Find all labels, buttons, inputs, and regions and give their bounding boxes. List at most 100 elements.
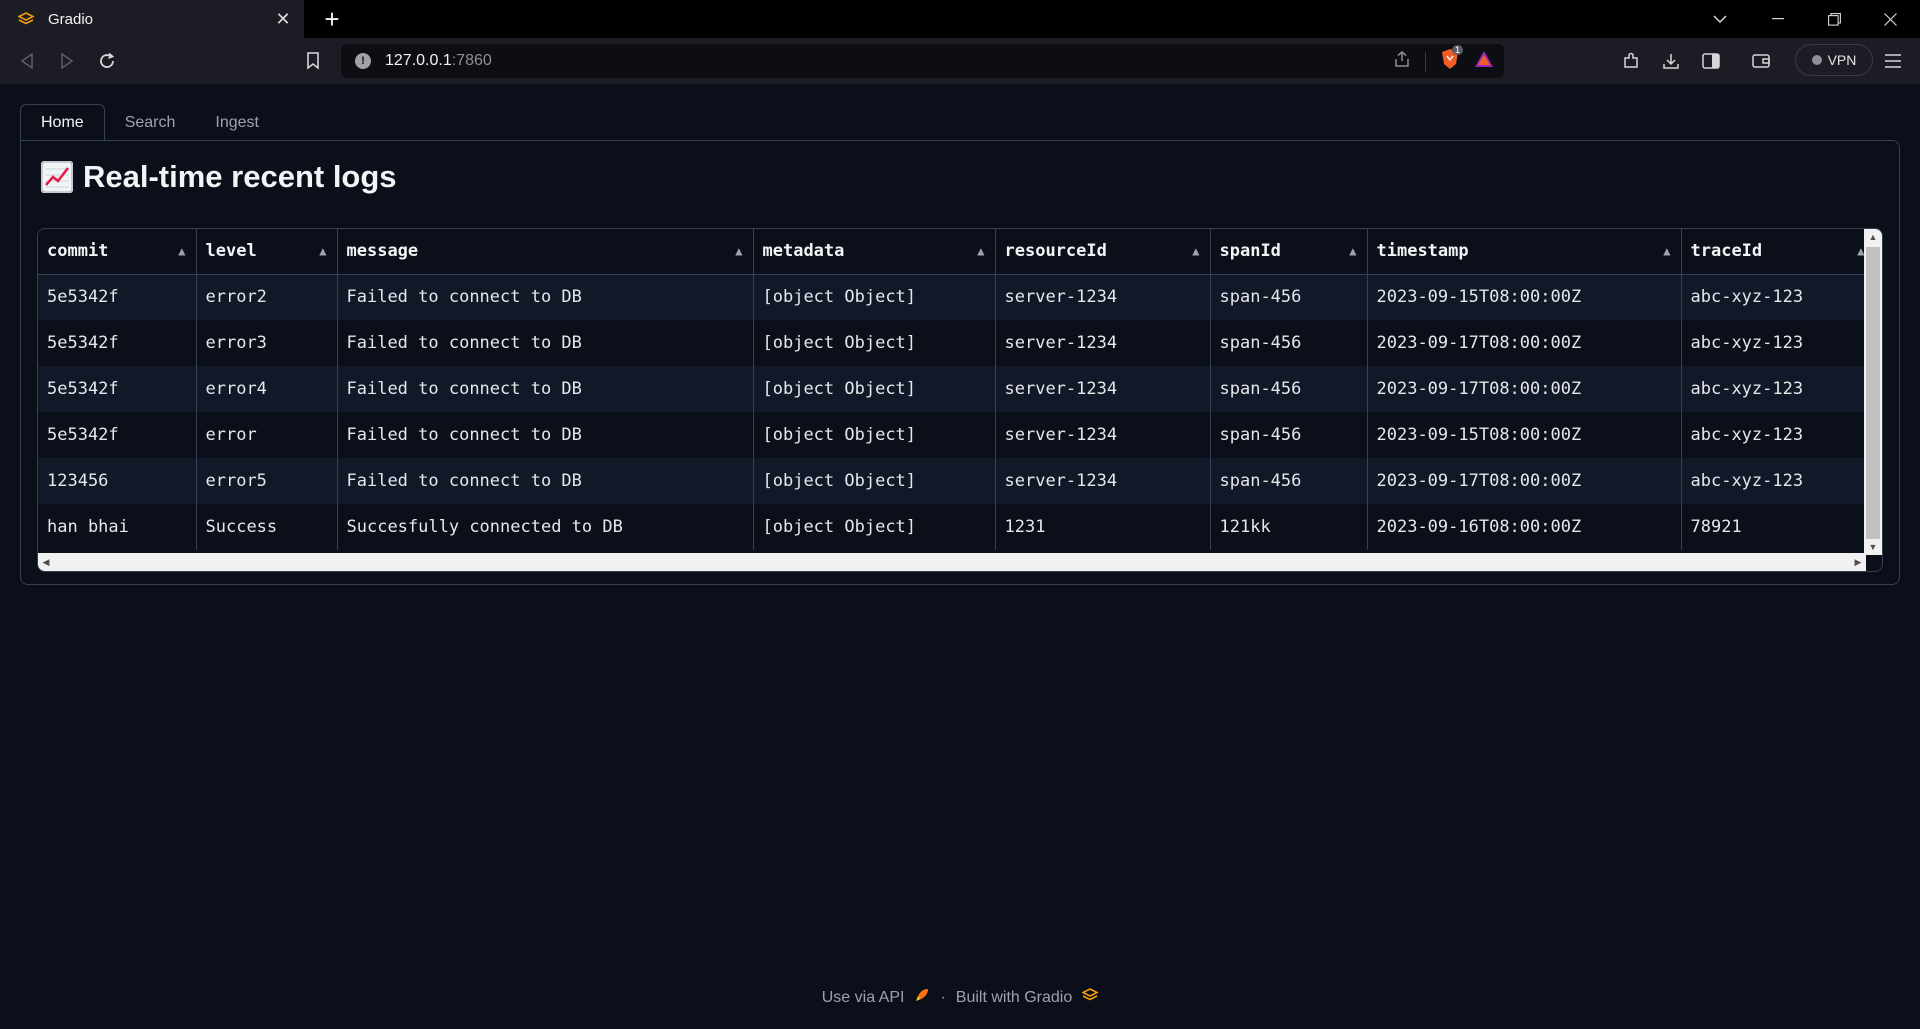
tab-search-chevron-icon[interactable] [1692, 0, 1748, 38]
scroll-down-icon[interactable]: ▼ [1864, 539, 1882, 555]
cell-traceid[interactable]: 78921 [1681, 504, 1876, 550]
cell-traceid[interactable]: abc-xyz-123 [1681, 458, 1876, 504]
forward-icon[interactable] [54, 48, 80, 74]
address-bar[interactable]: ! 127.0.0.1:7860 1 [341, 44, 1504, 78]
logs-table[interactable]: commit ▲ level ▲ message ▲ metadata ▲ resour… [37, 228, 1883, 572]
cell-metadata[interactable]: [object Object] [753, 412, 996, 458]
cell-message[interactable]: Failed to connect to DB [337, 274, 754, 320]
cell-resourceid[interactable]: server-1234 [995, 458, 1211, 504]
tab-search[interactable]: Search [105, 104, 196, 141]
sort-arrow-icon[interactable]: ▲ [735, 244, 742, 258]
reload-icon[interactable] [94, 48, 120, 74]
scroll-right-icon[interactable]: ▶ [1850, 553, 1866, 571]
cell-spanid[interactable]: span-456 [1210, 458, 1368, 504]
sort-arrow-icon[interactable]: ▲ [178, 244, 185, 258]
column-header-message[interactable]: message ▲ [337, 229, 754, 275]
cell-resourceid[interactable]: 1231 [995, 504, 1211, 550]
cell-commit[interactable]: 5e5342f [38, 274, 197, 320]
column-header-resourceid[interactable]: resourceId ▲ [995, 229, 1211, 275]
cell-timestamp[interactable]: 2023-09-17T08:00:00Z [1367, 366, 1682, 412]
browser-tab[interactable]: Gradio ✕ [0, 0, 304, 38]
cell-spanid[interactable]: span-456 [1210, 320, 1368, 366]
cell-traceid[interactable]: abc-xyz-123 [1681, 274, 1876, 320]
cell-message[interactable]: Failed to connect to DB [337, 412, 754, 458]
column-header-commit[interactable]: commit ▲ [38, 229, 197, 275]
cell-level[interactable]: error4 [196, 366, 338, 412]
menu-icon[interactable] [1880, 48, 1906, 74]
tab-ingest[interactable]: Ingest [195, 104, 279, 141]
scroll-up-icon[interactable]: ▲ [1864, 229, 1882, 245]
sort-arrow-icon[interactable]: ▲ [977, 244, 984, 258]
cell-traceid[interactable]: abc-xyz-123 [1681, 366, 1876, 412]
close-window-icon[interactable] [1862, 0, 1918, 38]
minimize-icon[interactable] [1750, 0, 1806, 38]
cell-commit[interactable]: 5e5342f [38, 366, 197, 412]
scroll-thumb[interactable] [1866, 247, 1880, 539]
built-with-gradio-link[interactable]: Built with Gradio [956, 989, 1073, 1007]
cell-timestamp[interactable]: 2023-09-15T08:00:00Z [1367, 412, 1682, 458]
new-tab-button[interactable]: + [318, 4, 346, 34]
vertical-scrollbar[interactable]: ▲ ▼ [1864, 229, 1882, 555]
scroll-left-icon[interactable]: ◀ [38, 553, 54, 571]
column-header-metadata[interactable]: metadata ▲ [753, 229, 996, 275]
cell-level[interactable]: error3 [196, 320, 338, 366]
cell-commit[interactable]: 5e5342f [38, 412, 197, 458]
restore-icon[interactable] [1806, 0, 1862, 38]
cell-message[interactable]: Failed to connect to DB [337, 366, 754, 412]
tab-home[interactable]: Home [20, 104, 105, 141]
column-header-spanid[interactable]: spanId ▲ [1210, 229, 1368, 275]
cell-metadata[interactable]: [object Object] [753, 366, 996, 412]
cell-metadata[interactable]: [object Object] [753, 504, 996, 550]
share-icon[interactable] [1393, 50, 1411, 73]
close-tab-icon[interactable]: ✕ [272, 8, 294, 30]
cell-level[interactable]: error [196, 412, 338, 458]
cell-commit[interactable]: han bhai [38, 504, 197, 550]
column-header-level[interactable]: level ▲ [196, 229, 338, 275]
cell-resourceid[interactable]: server-1234 [995, 320, 1211, 366]
browser-toolbar: ! 127.0.0.1:7860 1 VPN [0, 38, 1920, 84]
brave-rewards-icon[interactable] [1474, 50, 1494, 73]
cell-commit[interactable]: 5e5342f [38, 320, 197, 366]
cell-resourceid[interactable]: server-1234 [995, 366, 1211, 412]
vpn-button[interactable]: VPN [1795, 44, 1873, 76]
cell-commit[interactable]: 123456 [38, 458, 197, 504]
cell-level[interactable]: Success [196, 504, 338, 550]
cell-timestamp[interactable]: 2023-09-15T08:00:00Z [1367, 274, 1682, 320]
brave-badge: 1 [1452, 45, 1464, 55]
column-header-timestamp[interactable]: timestamp ▲ [1367, 229, 1682, 275]
cell-resourceid[interactable]: server-1234 [995, 274, 1211, 320]
cell-level[interactable]: error2 [196, 274, 338, 320]
cell-message[interactable]: Failed to connect to DB [337, 458, 754, 504]
sort-arrow-icon[interactable]: ▲ [319, 244, 326, 258]
cell-timestamp[interactable]: 2023-09-16T08:00:00Z [1367, 504, 1682, 550]
cell-metadata[interactable]: [object Object] [753, 274, 996, 320]
sort-arrow-icon[interactable]: ▲ [1663, 244, 1670, 258]
cell-message[interactable]: Succesfully connected to DB [337, 504, 754, 550]
wallet-icon[interactable] [1748, 48, 1774, 74]
download-icon[interactable] [1658, 48, 1684, 74]
cell-spanid[interactable]: span-456 [1210, 412, 1368, 458]
cell-metadata[interactable]: [object Object] [753, 458, 996, 504]
sidebar-icon[interactable] [1698, 48, 1724, 74]
cell-timestamp[interactable]: 2023-09-17T08:00:00Z [1367, 458, 1682, 504]
cell-traceid[interactable]: abc-xyz-123 [1681, 412, 1876, 458]
cell-spanid[interactable]: 121kk [1210, 504, 1368, 550]
cell-timestamp[interactable]: 2023-09-17T08:00:00Z [1367, 320, 1682, 366]
cell-level[interactable]: error5 [196, 458, 338, 504]
sort-arrow-icon[interactable]: ▲ [1192, 244, 1199, 258]
cell-spanid[interactable]: span-456 [1210, 366, 1368, 412]
extensions-icon[interactable] [1618, 48, 1644, 74]
horizontal-scrollbar[interactable]: ◀ ▶ [38, 553, 1866, 571]
bookmark-icon[interactable] [300, 48, 326, 74]
site-info-icon[interactable]: ! [355, 53, 371, 69]
column-header-traceid[interactable]: traceId ▲ [1681, 229, 1876, 275]
cell-spanid[interactable]: span-456 [1210, 274, 1368, 320]
cell-metadata[interactable]: [object Object] [753, 320, 996, 366]
back-icon[interactable] [14, 48, 40, 74]
cell-message[interactable]: Failed to connect to DB [337, 320, 754, 366]
brave-shields-icon[interactable]: 1 [1440, 45, 1464, 75]
sort-arrow-icon[interactable]: ▲ [1349, 244, 1356, 258]
cell-traceid[interactable]: abc-xyz-123 [1681, 320, 1876, 366]
use-via-api-link[interactable]: Use via API [822, 989, 905, 1007]
cell-resourceid[interactable]: server-1234 [995, 412, 1211, 458]
